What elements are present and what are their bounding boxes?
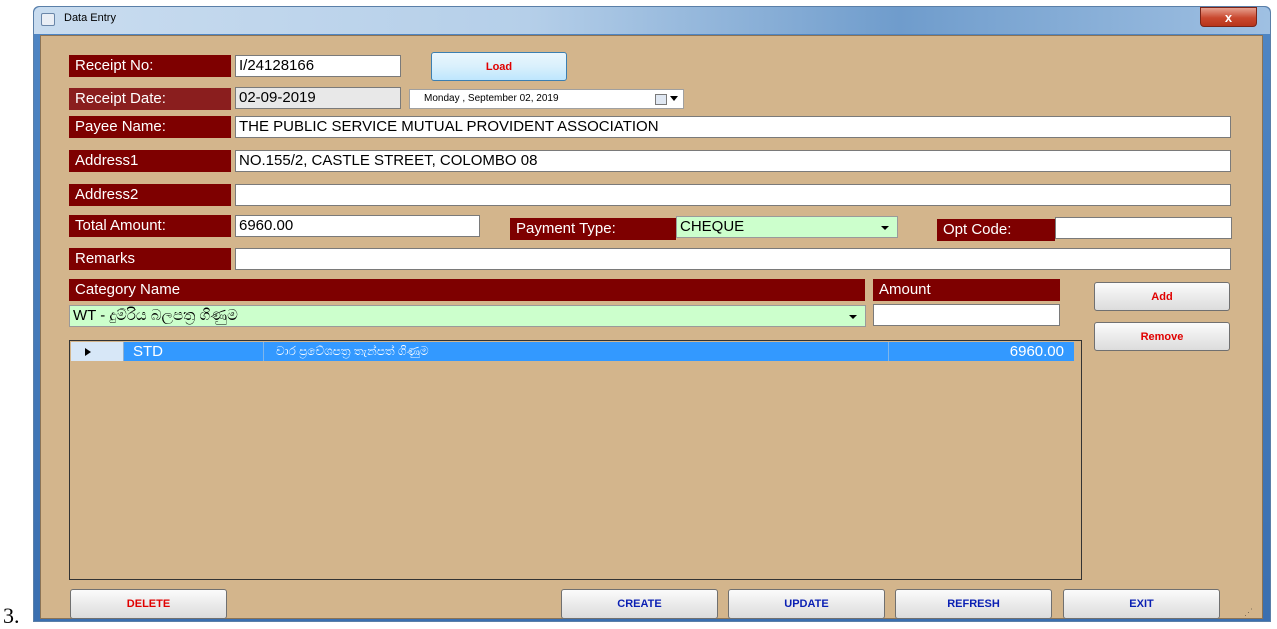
- cell-amount: 6960.00: [1009, 343, 1064, 360]
- close-button[interactable]: x: [1200, 7, 1257, 27]
- address1-input[interactable]: NO.155/2, CASTLE STREET, COLOMBO 08: [235, 150, 1231, 172]
- receipt-no-input[interactable]: I/24128166: [235, 55, 401, 77]
- cell-code: STD: [133, 343, 163, 360]
- category-name-header: Category Name: [69, 279, 865, 301]
- payment-type-select[interactable]: CHEQUE: [676, 216, 898, 238]
- cell-description: වාර ප්‍රවේශපත්‍ර තැන්පත් ගිණුම: [276, 344, 429, 358]
- remarks-label: Remarks: [69, 248, 231, 270]
- refresh-button[interactable]: REFRESH: [895, 589, 1052, 619]
- calendar-icon: [655, 94, 667, 105]
- amount-header: Amount: [873, 279, 1060, 301]
- opt-code-label: Opt Code:: [937, 219, 1055, 241]
- address1-label: Address1: [69, 150, 231, 172]
- amount-input[interactable]: [873, 304, 1060, 326]
- receipt-no-label: Receipt No:: [69, 55, 231, 77]
- chevron-down-icon: [881, 226, 889, 230]
- total-amount-label: Total Amount:: [69, 215, 231, 237]
- receipt-date-label: Receipt Date:: [69, 88, 231, 110]
- table-row[interactable]: STD වාර ප්‍රවේශපත්‍ර තැන්පත් ගිණුම 6960.…: [71, 342, 1074, 361]
- payee-name-input[interactable]: THE PUBLIC SERVICE MUTUAL PROVIDENT ASSO…: [235, 116, 1231, 138]
- entries-grid[interactable]: STD වාර ප්‍රවේශපත්‍ර තැන්පත් ගිණුම 6960.…: [69, 340, 1082, 580]
- add-button[interactable]: Add: [1094, 282, 1230, 311]
- payment-type-value: CHEQUE: [680, 218, 745, 235]
- chevron-down-icon: [849, 315, 857, 319]
- remove-button[interactable]: Remove: [1094, 322, 1230, 351]
- payment-type-label: Payment Type:: [510, 218, 676, 240]
- address2-input[interactable]: [235, 184, 1231, 206]
- cell-divider: [888, 342, 889, 361]
- row-selector-icon: [85, 348, 91, 356]
- resize-grip-icon[interactable]: ⋰: [1244, 607, 1258, 619]
- category-select[interactable]: WT - දුම්රිය බලපත්‍ර ගිණුම: [69, 305, 866, 327]
- chevron-down-icon: [670, 96, 678, 101]
- update-button[interactable]: UPDATE: [728, 589, 885, 619]
- load-button[interactable]: Load: [431, 52, 567, 81]
- app-icon: [41, 13, 55, 26]
- remarks-input[interactable]: [235, 248, 1231, 270]
- create-button[interactable]: CREATE: [561, 589, 718, 619]
- document-number: 3.: [3, 603, 20, 628]
- address2-label: Address2: [69, 184, 231, 206]
- receipt-date-input: 02-09-2019: [235, 87, 401, 109]
- date-picker[interactable]: Monday , September 02, 2019: [409, 89, 684, 109]
- row-header[interactable]: [71, 342, 124, 361]
- date-picker-value: Monday , September 02, 2019: [424, 93, 559, 104]
- title-bar: [34, 7, 1270, 34]
- payee-name-label: Payee Name:: [69, 116, 231, 138]
- window-title: Data Entry: [64, 12, 116, 24]
- exit-button[interactable]: EXIT: [1063, 589, 1220, 619]
- delete-button[interactable]: DELETE: [70, 589, 227, 619]
- category-value: WT - දුම්රිය බලපත්‍ර ගිණුම: [73, 307, 238, 324]
- cell-divider: [263, 342, 264, 361]
- total-amount-input[interactable]: 6960.00: [235, 215, 480, 237]
- opt-code-input[interactable]: [1055, 217, 1232, 239]
